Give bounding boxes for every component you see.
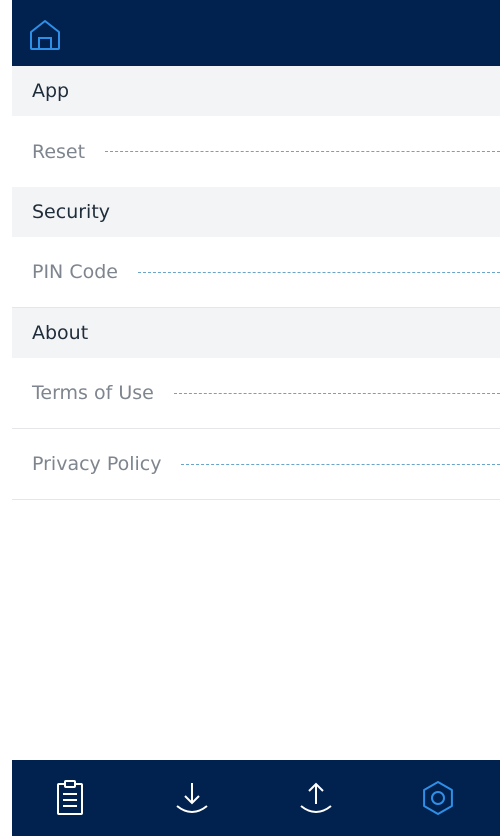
settings-item-label: Terms of Use xyxy=(32,382,154,404)
section-header-about: About xyxy=(12,308,500,358)
section-header-security: Security xyxy=(12,187,500,237)
settings-icon[interactable] xyxy=(418,778,458,818)
home-icon[interactable] xyxy=(28,18,62,52)
settings-list: App Reset Security PIN Code About Terms … xyxy=(12,66,500,500)
settings-item-label: PIN Code xyxy=(32,261,118,283)
settings-item-label: Reset xyxy=(32,140,86,163)
clipboard-icon[interactable] xyxy=(50,778,90,818)
settings-item-pin-code[interactable]: PIN Code xyxy=(12,237,500,308)
dashed-divider xyxy=(137,271,500,273)
settings-screen: App Reset Security PIN Code About Terms … xyxy=(0,0,500,836)
bottom-tab-bar xyxy=(12,760,500,836)
download-icon[interactable] xyxy=(172,778,212,818)
top-bar xyxy=(12,0,500,66)
upload-icon[interactable] xyxy=(296,778,336,818)
settings-item-reset[interactable]: Reset xyxy=(12,116,500,187)
section-header-app: App xyxy=(12,66,500,116)
settings-item-label: Privacy Policy xyxy=(32,453,162,475)
dashed-divider xyxy=(105,151,500,152)
settings-item-terms-of-use[interactable]: Terms of Use xyxy=(12,358,500,429)
dashed-divider xyxy=(181,463,500,465)
settings-item-privacy-policy[interactable]: Privacy Policy xyxy=(12,429,500,500)
dashed-divider xyxy=(173,392,500,394)
